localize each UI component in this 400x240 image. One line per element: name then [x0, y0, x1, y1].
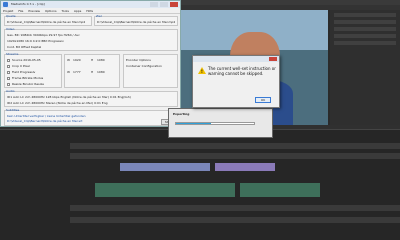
target-group: Ziel D:\Videos\_Clip\Bernard\Notre de pê… — [94, 14, 178, 26]
dialog-close-button[interactable] — [269, 57, 277, 61]
subtitles-label: Subtitles — [6, 108, 20, 112]
ok-button[interactable]: OK — [255, 97, 271, 103]
stream-row[interactable]: Field Progressiv — [7, 70, 35, 74]
stream-checkbox[interactable] — [7, 58, 10, 62]
size-group: W 1920 H 1080 W 1777 H 1080 — [64, 54, 120, 88]
stream-row[interactable]: Resize Bicubic Resize — [7, 82, 44, 86]
menu-item[interactable]: File — [18, 9, 23, 13]
source-path[interactable]: D:\Videos\_Clip\Bernard\Notre de pêche e… — [7, 20, 85, 24]
stream-checkbox[interactable] — [7, 70, 10, 74]
video-clip[interactable] — [215, 163, 275, 171]
video-info: Ges. Bit: 9082kb 3040kbps 29.97 fps H264… — [7, 33, 80, 37]
panel-row[interactable] — [334, 27, 396, 31]
stream-row[interactable]: Frame Bitrate Modus — [7, 76, 43, 80]
audio-clip[interactable] — [95, 183, 235, 197]
stream-checkbox[interactable] — [7, 76, 10, 80]
audio-group: Audio ID1 AAC LC 2ch 48000Hz 128 kbps En… — [4, 89, 178, 107]
timeline-panel — [0, 125, 400, 240]
audio-label: Audio — [6, 89, 15, 93]
mediainfo-titlebar: MediaInfo 0.7.x - [clip] — [1, 1, 180, 8]
container-configuration[interactable]: Container Configuration — [126, 64, 162, 68]
export-progress-window: Exporting — [168, 108, 273, 138]
menu-item[interactable]: Hilfe — [86, 9, 93, 13]
dialog-message: The current well-set instruction or warn… — [208, 66, 276, 76]
stream-row[interactable]: Crop 0 Pixel — [7, 64, 30, 68]
audio-track-2 — [70, 205, 400, 211]
target-path[interactable]: D:\Videos\_Clip\Bernard\Notre de pêche e… — [97, 20, 175, 24]
stream-value: Progressiv — [19, 70, 36, 74]
stream-name: Frame — [12, 76, 22, 80]
progress-fill — [176, 123, 212, 124]
stream-name: Resize — [12, 82, 22, 86]
streams-label: Streams — [6, 52, 19, 56]
stream-value: Bitrate Modus — [22, 76, 44, 80]
audio-clip[interactable] — [240, 183, 320, 197]
video-info-3: Cont. Bit Offset Kapitel — [7, 45, 42, 49]
stream-name: Source — [12, 58, 23, 62]
stream-value: 2016-05-05 — [23, 58, 41, 62]
stream-value: Bicubic Resize — [22, 82, 44, 86]
video-clip[interactable] — [120, 163, 210, 171]
close-button[interactable] — [170, 2, 178, 7]
log-line: D:\Videos\_Clip\Bernard\Notre de pêche e… — [7, 119, 83, 123]
window-title: MediaInfo 0.7.x - [clip] — [11, 2, 45, 6]
width-value[interactable]: 1920 — [73, 58, 81, 62]
source-label: Quelle — [6, 14, 16, 18]
warning-dialog: ! The current well-set instruction or wa… — [192, 55, 280, 108]
progress-title: Exporting — [173, 112, 190, 116]
options-group: Encoder Options Container Configuration — [123, 54, 178, 88]
width-value-2[interactable]: 1777 — [73, 70, 81, 74]
menu-item[interactable]: Apps — [74, 9, 81, 13]
menu-item[interactable]: Tools — [62, 9, 69, 13]
menu-item[interactable]: Preview — [28, 9, 40, 13]
video-track-2 — [70, 153, 400, 159]
progress-bar — [175, 122, 255, 125]
height-value[interactable]: 1080 — [97, 58, 105, 62]
subtitles-group: Subtitles Kein Untertitel verfügbar / ke… — [4, 108, 178, 126]
minimize-button[interactable] — [150, 2, 159, 7]
stream-row[interactable]: Source 2016-05-05 — [7, 58, 41, 62]
menu-item[interactable]: Options — [45, 9, 57, 13]
effects-panel — [330, 10, 400, 125]
video-info-2: 1920x1080 16:9 4:2:0 8Bit Progressiv — [7, 39, 64, 43]
encoder-options[interactable]: Encoder Options — [126, 58, 151, 62]
target-label: Ziel — [96, 14, 102, 18]
stream-value: 0 Pixel — [19, 64, 30, 68]
mediainfo-window: MediaInfo 0.7.x - [clip] Projekt File Pr… — [0, 0, 181, 127]
streams-group: Streams Source 2016-05-05 Crop 0 Pixel F… — [4, 52, 62, 88]
app-icon — [3, 2, 8, 7]
dialog-titlebar — [193, 56, 279, 62]
stream-checkbox[interactable] — [7, 82, 10, 86]
warning-exclamation: ! — [201, 69, 203, 74]
panel-row[interactable] — [334, 34, 396, 38]
stream-name: Crop — [12, 64, 20, 68]
audio-track-1[interactable]: ID1 AAC LC 2ch 48000Hz 128 kbps English … — [7, 95, 131, 99]
log-line: Kein Untertitel verfügbar / keine Untert… — [7, 114, 86, 118]
height-value-2[interactable]: 1080 — [97, 70, 105, 74]
audio-track-3 — [70, 217, 400, 223]
video-label: Video — [6, 27, 15, 31]
audio-track-2[interactable]: ID2 AAC LC 2ch 48000Hz Stereo (Notre de … — [7, 101, 108, 105]
video-group: Video Ges. Bit: 9082kb 3040kbps 29.97 fp… — [4, 27, 178, 51]
stream-checkbox[interactable] — [7, 64, 10, 68]
panel-row[interactable] — [334, 20, 396, 24]
stream-name: Field — [12, 70, 19, 74]
maximize-button[interactable] — [160, 2, 169, 7]
video-track-3 — [70, 143, 400, 149]
menu-item[interactable]: Projekt — [3, 9, 13, 13]
panel-row[interactable] — [334, 41, 396, 45]
panel-row[interactable] — [334, 13, 396, 17]
source-group: Quelle D:\Videos\_Clip\Bernard\Notre de … — [4, 14, 92, 26]
